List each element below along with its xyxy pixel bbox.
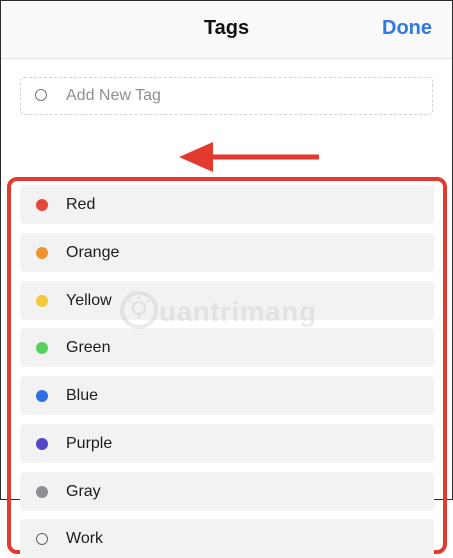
blue-tag-dot-icon [36,390,48,402]
tag-label: Blue [66,387,99,404]
tag-row-gray[interactable]: Gray [20,472,434,511]
tag-row-green[interactable]: Green [20,328,434,367]
tag-row-work[interactable]: Work [20,519,434,558]
tag-label: Gray [66,483,101,500]
orange-tag-dot-icon [36,247,48,259]
add-new-tag-placeholder: Add New Tag [66,87,161,104]
tag-row-yellow[interactable]: Yellow [20,281,434,320]
empty-circle-icon [36,533,48,545]
gray-tag-dot-icon [36,486,48,498]
red-tag-dot-icon [36,199,48,211]
tag-label: Red [66,196,96,213]
tag-label: Orange [66,244,120,261]
tags-content: Add New Tag Red Orange Yellow Green Blue… [1,59,452,558]
yellow-tag-dot-icon [36,295,48,307]
red-arrow-annotation [179,142,319,172]
tag-row-purple[interactable]: Purple [20,424,434,463]
done-button[interactable]: Done [382,17,432,40]
tag-label: Purple [66,435,113,452]
purple-tag-dot-icon [36,438,48,450]
empty-circle-icon [35,89,47,101]
tag-row-orange[interactable]: Orange [20,233,434,272]
green-tag-dot-icon [36,342,48,354]
tag-label: Green [66,339,111,356]
add-new-tag-field[interactable]: Add New Tag [20,77,433,115]
tag-label: Yellow [66,292,112,309]
navigation-bar: Tags Done [1,1,452,59]
tag-row-blue[interactable]: Blue [20,376,434,415]
tag-label: Work [66,530,104,547]
tag-row-red[interactable]: Red [20,185,434,224]
